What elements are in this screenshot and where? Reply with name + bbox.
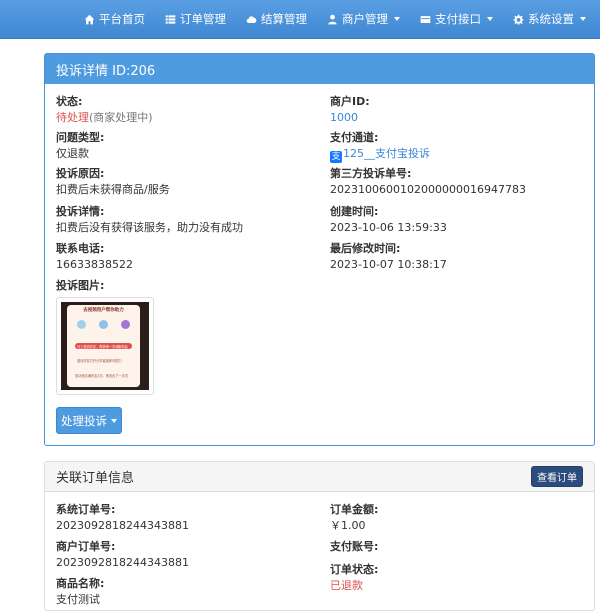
nav-item-home[interactable]: 平台首页 bbox=[84, 11, 145, 27]
channel-field: 支付通道: 支 125__支付宝投诉 bbox=[330, 131, 430, 163]
order-status-value: 已退款 bbox=[330, 579, 363, 592]
status-value: 待处理 bbox=[56, 111, 89, 124]
view-order-button[interactable]: 查看订单 bbox=[531, 466, 583, 487]
issue-type-label: 问题类型: bbox=[56, 131, 105, 144]
third-party-no-field: 第三方投诉单号: 2023100600102000000016947783 bbox=[330, 167, 526, 197]
nav-item-settings[interactable]: 系统设置 bbox=[513, 11, 586, 27]
complaint-image-thumbnail[interactable]: 去视频用户帮你助力 马上邀请好友，再获得一次领取机会 邀请好友打开分享链接即可助… bbox=[56, 297, 154, 395]
nav-item-label: 支付接口 bbox=[435, 12, 481, 26]
system-order-no-field: 系统订单号: 2023092818244343881 bbox=[56, 503, 189, 533]
merchant-order-no-value: 2023092818244343881 bbox=[56, 556, 189, 569]
list-icon bbox=[165, 14, 176, 24]
payment-account-field: 支付账号: bbox=[330, 540, 378, 554]
alipay-icon: 支 bbox=[330, 151, 342, 163]
status-label: 状态: bbox=[56, 95, 83, 108]
merchant-id-link[interactable]: 1000 bbox=[330, 110, 370, 125]
merchant-order-no-label: 商户订单号: bbox=[56, 540, 116, 553]
image-dot bbox=[77, 320, 86, 329]
reason-label: 投诉原因: bbox=[56, 167, 105, 180]
gear-icon bbox=[513, 14, 524, 25]
caret-down-icon bbox=[394, 17, 400, 21]
order-amount-field: 订单金额: ￥1.00 bbox=[330, 503, 378, 533]
modified-time-value: 2023-10-07 10:38:17 bbox=[330, 258, 447, 271]
detail-label: 投诉详情: bbox=[56, 205, 105, 218]
system-order-no-label: 系统订单号: bbox=[56, 503, 116, 516]
handle-complaint-button[interactable]: 处理投诉 bbox=[56, 407, 122, 434]
image-field: 投诉图片: bbox=[56, 279, 104, 293]
nav-menu: 平台首页 订单管理 结算管理 商户管理 支付接口 系统设置 bbox=[84, 0, 586, 38]
complaint-image: 去视频用户帮你助力 马上邀请好友，再获得一次领取机会 邀请好友打开分享链接即可助… bbox=[61, 302, 149, 390]
merchant-order-no-field: 商户订单号: 2023092818244343881 bbox=[56, 540, 189, 570]
modified-time-field: 最后修改时间: 2023-10-07 10:38:17 bbox=[330, 242, 447, 272]
panel-title: 投诉详情 ID:206 bbox=[45, 54, 594, 84]
nav-item-settlement[interactable]: 结算管理 bbox=[246, 11, 307, 27]
system-order-no-value: 2023092818244343881 bbox=[56, 519, 189, 532]
created-time-label: 创建时间: bbox=[330, 205, 379, 218]
channel-value-row: 支 125__支付宝投诉 bbox=[330, 146, 430, 163]
image-label: 投诉图片: bbox=[56, 279, 105, 292]
merchant-id-label: 商户ID: bbox=[330, 95, 370, 108]
image-dot bbox=[99, 320, 108, 329]
created-time-field: 创建时间: 2023-10-06 13:59:33 bbox=[330, 205, 447, 235]
detail-value: 扣费后没有获得该服务，助力没有成功 bbox=[56, 221, 243, 234]
caret-down-icon bbox=[111, 418, 117, 423]
issue-type-value: 仅退款 bbox=[56, 147, 89, 160]
third-party-no-value: 2023100600102000000016947783 bbox=[330, 183, 526, 196]
home-icon bbox=[84, 14, 95, 24]
product-name-label: 商品名称: bbox=[56, 577, 105, 590]
modified-time-label: 最后修改时间: bbox=[330, 242, 401, 255]
issue-type-field: 问题类型: 仅退款 bbox=[56, 131, 104, 161]
detail-field: 投诉详情: 扣费后没有获得该服务，助力没有成功 bbox=[56, 205, 243, 235]
status-note: (商家处理中) bbox=[89, 111, 153, 124]
top-navbar: 平台首页 订单管理 结算管理 商户管理 支付接口 系统设置 bbox=[0, 0, 600, 39]
caret-down-icon bbox=[487, 17, 493, 21]
reason-value: 扣费后未获得商品/服务 bbox=[56, 183, 170, 196]
nav-item-merchants[interactable]: 商户管理 bbox=[327, 11, 400, 27]
merchant-id-field: 商户ID: 1000 bbox=[330, 95, 370, 125]
image-title: 去视频用户帮你助力 bbox=[83, 308, 124, 313]
image-line-text: 邀请好友打开分享链接即可助力 bbox=[77, 359, 122, 363]
panel-header: 关联订单信息 查看订单 bbox=[45, 462, 594, 492]
created-time-value: 2023-10-06 13:59:33 bbox=[330, 221, 447, 234]
product-name-field: 商品名称: 支付测试 bbox=[56, 577, 104, 607]
order-status-label: 订单状态: bbox=[330, 563, 379, 576]
payment-account-label: 支付账号: bbox=[330, 540, 379, 553]
image-line-text: 成功邀请满好友3次，即送出了一次次 bbox=[75, 374, 129, 378]
user-icon bbox=[328, 14, 337, 24]
caret-down-icon bbox=[580, 17, 586, 21]
reason-field: 投诉原因: 扣费后未获得商品/服务 bbox=[56, 167, 170, 197]
third-party-no-label: 第三方投诉单号: bbox=[330, 167, 412, 180]
order-amount-label: 订单金额: bbox=[330, 503, 379, 516]
channel-link[interactable]: 125__支付宝投诉 bbox=[343, 147, 430, 160]
channel-label: 支付通道: bbox=[330, 131, 379, 144]
order-amount-value: ￥1.00 bbox=[330, 519, 366, 532]
nav-item-payment[interactable]: 支付接口 bbox=[420, 11, 493, 27]
image-dot bbox=[121, 320, 130, 329]
nav-item-label: 结算管理 bbox=[261, 12, 307, 26]
nav-item-label: 系统设置 bbox=[528, 12, 574, 26]
nav-item-label: 订单管理 bbox=[180, 12, 226, 26]
status-field: 状态: 待处理(商家处理中) bbox=[56, 95, 153, 125]
nav-item-orders[interactable]: 订单管理 bbox=[165, 11, 226, 27]
cloud-icon bbox=[246, 15, 257, 23]
order-status-field: 订单状态: 已退款 bbox=[330, 563, 378, 593]
credit-card-icon bbox=[420, 15, 431, 23]
nav-item-label: 平台首页 bbox=[99, 12, 145, 26]
panel-title: 关联订单信息 bbox=[56, 471, 135, 486]
image-bar-text: 马上邀请好友，再获得一次领取机会 bbox=[77, 345, 128, 349]
phone-field: 联系电话: 16633838522 bbox=[56, 242, 133, 272]
nav-item-label: 商户管理 bbox=[342, 12, 388, 26]
handle-complaint-label: 处理投诉 bbox=[61, 413, 107, 428]
phone-value: 16633838522 bbox=[56, 258, 133, 271]
image-card: 去视频用户帮你助力 马上邀请好友，再获得一次领取机会 邀请好友打开分享链接即可助… bbox=[67, 305, 140, 387]
related-order-panel: 关联订单信息 查看订单 bbox=[44, 461, 595, 611]
phone-label: 联系电话: bbox=[56, 242, 105, 255]
